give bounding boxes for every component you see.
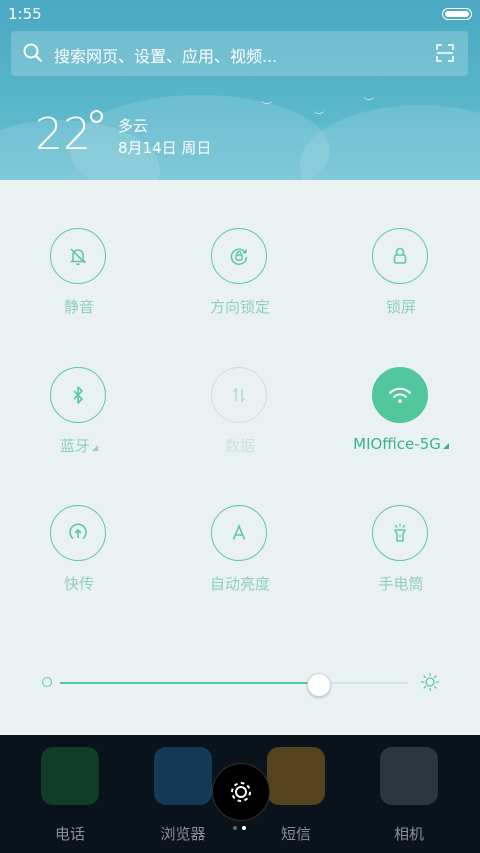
tile-label: 方向锁定 bbox=[209, 298, 270, 316]
degree-icon bbox=[90, 110, 103, 123]
tile-label: MIOffice-5G bbox=[326, 435, 476, 453]
scan-icon[interactable] bbox=[436, 44, 454, 62]
tile-label: 手电筒 bbox=[378, 575, 424, 593]
weather-header: ︶ ︶ ︶ 1:55 搜索网页、设置、应用、视频... 22 多云 8月14日 … bbox=[0, 0, 480, 180]
brightness-slider[interactable] bbox=[0, 668, 480, 698]
brightness-fill bbox=[60, 682, 318, 684]
weather-condition: 多云 bbox=[118, 117, 149, 135]
tile-label: 快传 bbox=[63, 575, 94, 593]
lock-icon bbox=[372, 228, 428, 284]
rotation-lock-icon bbox=[211, 228, 267, 284]
settings-button[interactable] bbox=[212, 763, 270, 821]
search-icon bbox=[23, 43, 42, 62]
app-name: 浏览器 bbox=[160, 825, 206, 843]
quick-settings-panel: 静音 方向锁定 锁屏 蓝牙 数据 MIOffice-5G 快传 自动亮度 手电筒 bbox=[0, 180, 480, 735]
cloud-decoration bbox=[300, 105, 480, 180]
gear-icon bbox=[231, 782, 251, 802]
expand-triangle-icon bbox=[92, 445, 98, 451]
app-name: 短信 bbox=[280, 825, 311, 843]
mute-bell-icon bbox=[50, 228, 106, 284]
battery-icon bbox=[442, 8, 472, 20]
expand-triangle-icon bbox=[442, 443, 449, 449]
bluetooth-icon bbox=[50, 367, 106, 423]
tile-label: 蓝牙 bbox=[4, 435, 154, 456]
wifi-icon bbox=[372, 367, 428, 423]
bird-decoration: ︶ bbox=[364, 98, 374, 109]
camera-icon bbox=[380, 747, 438, 805]
weather-date: 8月14日 周日 bbox=[118, 139, 212, 157]
brightness-knob[interactable] bbox=[306, 673, 331, 697]
temperature: 22 bbox=[35, 109, 91, 160]
browser-icon bbox=[154, 747, 212, 805]
bird-decoration: ︶ bbox=[314, 112, 324, 123]
tile-label: 数据 bbox=[224, 437, 255, 455]
tile-label: 自动亮度 bbox=[209, 575, 270, 593]
brightness-high-icon bbox=[420, 672, 440, 692]
tile-label-text: 蓝牙 bbox=[59, 437, 90, 455]
app-name: 电话 bbox=[54, 825, 85, 843]
phone-icon bbox=[41, 747, 99, 805]
search-bar[interactable]: 搜索网页、设置、应用、视频... bbox=[11, 31, 468, 76]
tile-label: 静音 bbox=[63, 298, 94, 316]
page-dot bbox=[233, 826, 237, 830]
search-input[interactable]: 搜索网页、设置、应用、视频... bbox=[54, 43, 277, 67]
page-dot-active bbox=[242, 826, 246, 830]
brightness-low-icon bbox=[42, 677, 52, 687]
status-clock: 1:55 bbox=[8, 5, 42, 23]
tile-label: 锁屏 bbox=[385, 298, 416, 316]
messages-icon bbox=[267, 747, 325, 805]
tile-label-text: MIOffice-5G bbox=[353, 435, 441, 453]
auto-brightness-icon bbox=[211, 505, 267, 561]
flashlight-icon bbox=[372, 505, 428, 561]
bird-decoration: ︶ bbox=[262, 102, 272, 113]
quick-transfer-icon bbox=[50, 505, 106, 561]
mobile-data-icon bbox=[211, 367, 267, 423]
app-name: 相机 bbox=[393, 825, 424, 843]
brightness-track[interactable] bbox=[60, 673, 408, 697]
status-bar: 1:55 bbox=[0, 0, 480, 28]
